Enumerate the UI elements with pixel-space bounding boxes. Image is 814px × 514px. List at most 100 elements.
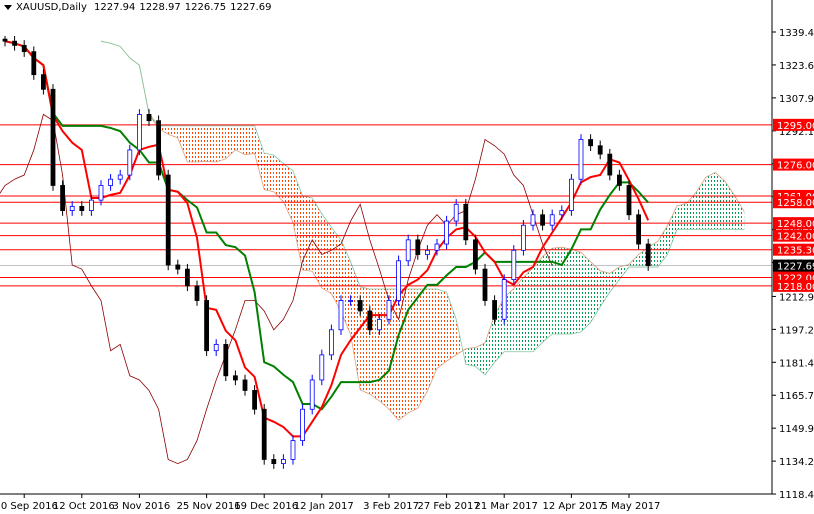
level-label: 1242.00 — [777, 232, 814, 243]
candle-body — [50, 88, 56, 186]
candle-body — [559, 210, 565, 216]
cloud-segment — [609, 267, 620, 293]
candle-body — [492, 300, 498, 320]
cloud-segment — [293, 170, 303, 271]
cloud-segment — [523, 267, 533, 352]
candle-body — [12, 40, 18, 46]
candle-body — [424, 249, 430, 255]
time-tick-label: 3 Feb 2017 — [363, 501, 419, 512]
candle-body — [434, 243, 440, 251]
level-label: 1235.30 — [777, 246, 814, 257]
candle-body — [530, 214, 536, 226]
cloud-segment — [552, 247, 562, 334]
cloud-segment — [571, 249, 581, 334]
candle-body — [280, 459, 286, 465]
price-tick-label: 1323.65 — [779, 61, 814, 72]
candle-body — [578, 139, 584, 180]
candle-body — [521, 224, 526, 251]
candle-body — [319, 354, 325, 381]
price-tick-label: 1181.45 — [779, 358, 814, 369]
candle-body — [175, 264, 181, 270]
price-chart[interactable]: 1339.401323.651307.901292.151276.401260.… — [0, 0, 814, 514]
time-tick-label: 5 May 2017 — [602, 501, 661, 512]
candle-body — [338, 300, 344, 331]
candle-body — [617, 174, 622, 186]
candle-body — [309, 379, 315, 410]
cloud-segment — [734, 195, 745, 230]
candle-body — [194, 285, 200, 301]
cloud-segment — [485, 315, 495, 375]
candle-body — [232, 375, 238, 381]
cloud-segment — [465, 347, 476, 367]
candle-body — [2, 38, 8, 42]
price-tick-label: 1197.20 — [779, 325, 814, 336]
candle-body — [357, 300, 363, 312]
candle-body — [223, 344, 229, 377]
chikou-span-line — [0, 113, 553, 465]
candle-body — [396, 260, 402, 301]
candle-body — [511, 249, 517, 280]
level-labels: 1295.001276.001261.001258.001248.001242.… — [773, 118, 814, 293]
cloud-segment — [427, 289, 437, 391]
current-price-label: 1227.69 — [777, 262, 814, 273]
cloud-segment — [187, 125, 197, 162]
cloud-segment — [715, 172, 725, 230]
cloud-segment — [369, 289, 380, 401]
candle-body — [626, 185, 632, 216]
level-label: 1218.00 — [777, 282, 814, 293]
candle-body — [242, 379, 248, 391]
time-tick-label: 27 Feb 2017 — [417, 501, 479, 512]
level-label: 1295.00 — [777, 121, 814, 132]
candle-body — [89, 199, 94, 211]
price-tick-label: 1134.20 — [779, 457, 814, 468]
price-tick-label: 1307.90 — [779, 94, 814, 105]
candle-body — [41, 74, 46, 90]
candle-body — [376, 318, 382, 331]
candle-body — [165, 174, 171, 266]
candle-body — [645, 243, 651, 267]
candle-body — [405, 239, 411, 262]
candle-body — [252, 390, 258, 410]
price-tick-label: 1118.45 — [779, 490, 814, 501]
cloud-segment — [245, 125, 255, 155]
candle-body — [588, 139, 593, 147]
candle-body — [146, 113, 152, 122]
cloud-segment — [600, 270, 610, 307]
cloud-segment — [302, 195, 313, 272]
candle-body — [156, 120, 162, 176]
price-tick-label: 1149.95 — [779, 424, 814, 435]
candle-body — [136, 113, 142, 151]
candle-body — [463, 203, 469, 241]
level-label: 1276.00 — [777, 161, 814, 172]
candle-body — [386, 300, 392, 320]
candle-body — [117, 174, 123, 180]
time-tick-label: 25 Nov 2016 — [177, 501, 241, 512]
candle-body — [482, 268, 488, 301]
cloud-segment — [264, 153, 274, 192]
candle-body — [501, 279, 507, 320]
price-tick-label: 1165.70 — [779, 391, 814, 402]
candle-body — [453, 203, 459, 222]
candle-body — [127, 149, 133, 176]
cloud-segment — [197, 125, 207, 162]
cloud-segment — [533, 256, 543, 352]
time-tick-label: 12 Jan 2017 — [294, 501, 354, 512]
cloud-segment — [417, 289, 428, 409]
candle-body — [636, 214, 641, 245]
cloud-segment — [437, 289, 447, 369]
candle-body — [290, 440, 296, 460]
candle-body — [60, 185, 65, 211]
cloud-segment — [398, 289, 409, 421]
cloud-segment — [581, 252, 591, 332]
cloud-segment — [475, 342, 485, 375]
price-tick-label: 1339.40 — [779, 28, 814, 39]
candle-body — [328, 329, 334, 356]
candle-body — [98, 185, 104, 201]
cloud-segment — [283, 163, 293, 223]
ichimoku-cloud — [100, 40, 745, 421]
time-axis: 20 Sep 201612 Oct 20163 Nov 2016 25 Nov 2… — [0, 494, 660, 512]
level-label: 1258.00 — [777, 198, 814, 209]
cloud-segment — [350, 261, 361, 390]
time-tick-label: 12 Oct 2016 — [53, 501, 115, 512]
candle-body — [184, 268, 190, 287]
